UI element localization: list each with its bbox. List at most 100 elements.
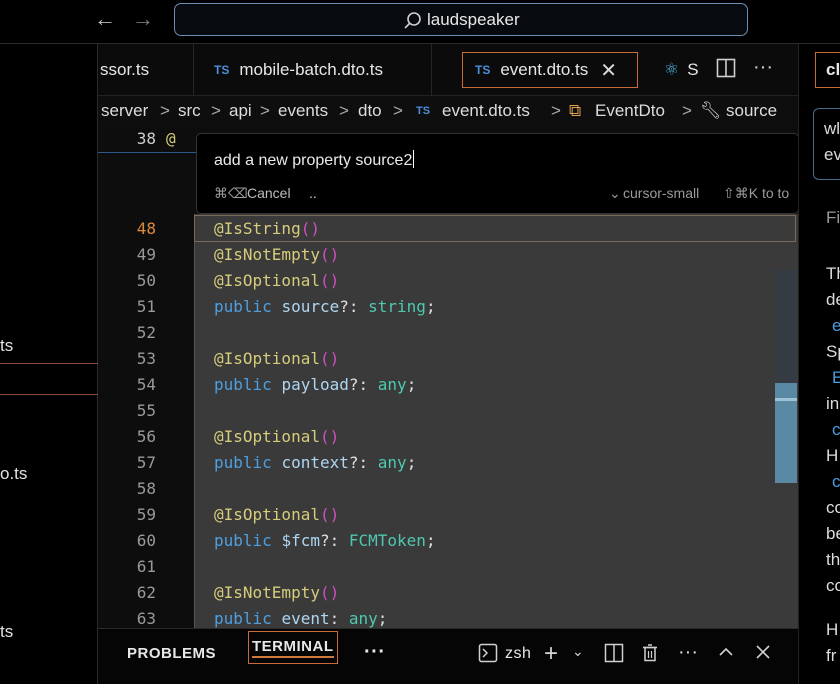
line-number: 49 (136, 245, 156, 264)
chat-text: be (826, 524, 840, 543)
close-icon[interactable]: ✕ (600, 58, 617, 83)
close-icon[interactable] (754, 643, 772, 666)
bottom-panel: PROBLEMS TERMINAL ··· zsh + ⌄ ··· (98, 628, 798, 684)
more-actions-icon[interactable]: ··· (753, 56, 773, 79)
explorer-item[interactable]: o.ts (0, 464, 27, 484)
chevron-right-icon: > (211, 101, 221, 120)
tab-problems[interactable]: PROBLEMS (127, 645, 216, 662)
line-number: 51 (136, 297, 156, 316)
editor-tab-bar: ssor.ts TS mobile-batch.dto.ts TS event.… (98, 44, 798, 96)
chat-text: th (826, 550, 840, 569)
explorer-item[interactable]: ts (0, 336, 13, 356)
breadcrumb-item[interactable]: dto (358, 101, 382, 121)
tab-label: event.dto.ts (500, 60, 589, 79)
line-number: 52 (136, 323, 156, 342)
breadcrumb-item[interactable]: EventDto (595, 101, 665, 121)
chat-tab[interactable]: cl (815, 52, 840, 88)
breadcrumb-item[interactable]: src (178, 101, 201, 121)
split-editor-icon[interactable] (716, 58, 736, 83)
chevron-down-icon[interactable]: ⌄ (572, 643, 584, 660)
search-icon (404, 12, 421, 29)
chat-text: co (826, 576, 840, 595)
chat-text: fr (826, 646, 837, 665)
line-number: 56 (136, 427, 156, 446)
code-line: public source?: string; (214, 297, 436, 316)
chevron-up-icon[interactable] (717, 643, 735, 666)
cancel-button[interactable]: Cancel (247, 185, 291, 201)
trash-icon[interactable] (640, 643, 660, 668)
code-line: public payload?: any; (214, 375, 417, 394)
chat-link[interactable]: e (832, 316, 840, 336)
terminal-shell-label[interactable]: zsh (505, 645, 531, 663)
more-panels-icon[interactable]: ··· (364, 641, 385, 664)
wrench-icon: 🔧︎ (700, 101, 722, 120)
line-number: 57 (136, 453, 156, 472)
breadcrumb-item[interactable]: source (726, 101, 777, 121)
code-line: @IsOptional() (214, 505, 340, 524)
chevron-right-icon: > (160, 101, 170, 120)
tab-mobile-batch-dto[interactable]: TS mobile-batch.dto.ts (194, 44, 432, 96)
breadcrumb-item[interactable]: server (101, 101, 148, 121)
more-actions-icon[interactable]: ··· (678, 641, 698, 664)
chevron-right-icon: > (260, 101, 270, 120)
code-line: @IsOptional() (214, 271, 340, 290)
chat-link[interactable]: c (832, 420, 840, 440)
chat-text: H (826, 446, 839, 465)
plus-icon[interactable]: + (544, 640, 558, 668)
tab-react-file[interactable]: ⚛ S (654, 44, 704, 96)
tab-event-dto[interactable]: TS event.dto.ts ✕ (462, 52, 638, 88)
cancel-shortcut: ⌘⌫ (214, 185, 248, 201)
arrow-right-icon[interactable]: → (131, 8, 155, 32)
code-line-partial: @ (166, 129, 176, 148)
explorer-panel: ts o.ts ts (0, 44, 98, 684)
chevron-right-icon: > (551, 101, 561, 120)
line-number: 60 (136, 531, 156, 550)
line-number: 58 (136, 479, 156, 498)
explorer-separator (0, 363, 98, 364)
tab-terminal[interactable]: TERMINAL (248, 631, 338, 664)
line-number: 61 (136, 557, 156, 576)
chat-tab-label: cl (826, 60, 840, 79)
tab-terminal-label: TERMINAL (252, 638, 334, 655)
text-caret (413, 150, 415, 168)
inline-prompt-popup: add a new property source2 ⌘⌫ Cancel .. … (196, 133, 799, 214)
line-number: 38 (136, 129, 156, 148)
breadcrumb-item[interactable]: api (229, 101, 252, 121)
chat-link[interactable]: c (832, 472, 840, 492)
chevron-right-icon: > (393, 101, 403, 120)
prompt-input[interactable]: add a new property source2 (214, 150, 415, 170)
tab-processor[interactable]: ssor.ts (98, 44, 194, 96)
search-label: laudspeaker (427, 10, 520, 29)
typescript-icon: TS (214, 63, 230, 77)
chat-input-text: wl (824, 119, 840, 138)
code-line: @IsNotEmpty() (214, 583, 340, 602)
explorer-item[interactable]: ts (0, 622, 13, 642)
chat-text: co (826, 498, 840, 517)
command-center-search[interactable]: laudspeaker (174, 3, 748, 36)
shortcut-hint: ⇧⌘K to to (723, 185, 790, 201)
arrow-left-icon[interactable]: ← (93, 8, 117, 32)
title-bar: ← → laudspeaker (0, 0, 840, 44)
prompt-options[interactable]: .. (309, 185, 317, 201)
terminal-icon[interactable] (478, 643, 498, 668)
chat-text: Sp (826, 342, 840, 361)
chat-link[interactable]: E (832, 368, 840, 388)
class-icon: ⧉ (569, 101, 582, 120)
line-number: 54 (136, 375, 156, 394)
typescript-icon: TS (416, 105, 431, 117)
chat-text: Th (826, 264, 840, 283)
chevron-right-icon: > (682, 101, 692, 120)
chat-input[interactable]: wl ev (813, 108, 840, 180)
chat-text: H (826, 620, 839, 639)
split-terminal-icon[interactable] (604, 643, 624, 668)
chat-input-text: ev (824, 145, 840, 164)
active-tab-indicator (252, 656, 334, 658)
breadcrumb: server > src > api > events > dto > TS e… (98, 96, 798, 126)
breadcrumb-item[interactable]: event.dto.ts (442, 101, 530, 121)
chat-text: in (826, 394, 840, 413)
tab-label: mobile-batch.dto.ts (239, 60, 383, 79)
chat-text: Fi (826, 208, 840, 227)
chat-panel: cl wl ev Fi Th de e Sp E in c H c co be … (798, 44, 840, 684)
model-selector[interactable]: cursor-small (623, 185, 699, 201)
breadcrumb-item[interactable]: events (278, 101, 328, 121)
